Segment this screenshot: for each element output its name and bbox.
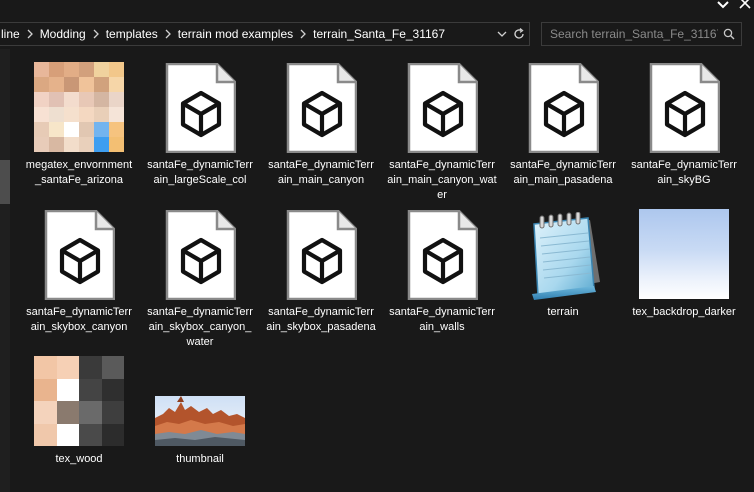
file-label: megatex_envornment_santaFe_arizona [25, 159, 133, 186]
file-label: santaFe_dynamicTerrain_skybox_pasadena [266, 306, 376, 333]
file-item-terrain[interactable]: terrain [508, 208, 618, 353]
3d-object-file-icon [153, 208, 247, 302]
3d-object-file-icon [32, 208, 126, 302]
file-label: thumbnail [176, 453, 224, 465]
3d-object-file-icon [286, 210, 357, 300]
file-item-3d-object[interactable]: santaFe_dynamicTerrain_largeScale_col [145, 61, 255, 206]
chevron-right-icon[interactable] [23, 28, 37, 40]
file-label: terrain [547, 306, 579, 318]
3d-object-file-icon [649, 63, 720, 153]
navigation-scrollbar-thumb[interactable] [0, 160, 10, 204]
3d-object-file-icon [395, 208, 489, 302]
search-box[interactable] [541, 22, 742, 46]
notepad-icon [516, 208, 610, 302]
tex-wood-thumbnail [32, 355, 126, 449]
file-item-tex-wood[interactable]: tex_wood [24, 355, 134, 485]
breadcrumb-current-folder[interactable]: terrain_Santa_Fe_31167 [311, 27, 447, 41]
file-label: santaFe_dynamicTerrain_main_canyon [268, 159, 374, 186]
file-item-thumbnail[interactable]: thumbnail [145, 355, 255, 485]
3d-object-file-icon [516, 61, 610, 155]
3d-object-file-icon [407, 210, 478, 300]
file-item-3d-object[interactable]: santaFe_dynamicTerrain_walls [387, 208, 497, 353]
close-icon[interactable] [738, 0, 752, 12]
canyon-thumbnail [153, 355, 247, 449]
breadcrumb-line[interactable]: line [0, 27, 22, 41]
file-label: santaFe_dynamicTerrain_skyBG [631, 159, 737, 186]
chevron-right-icon[interactable] [296, 28, 310, 40]
file-label: santaFe_dynamicTerrain_skybox_canyon [26, 306, 132, 333]
3d-object-file-icon [395, 61, 489, 155]
file-item-3d-object[interactable]: santaFe_dynamicTerrain_skybox_canyon_wat… [145, 208, 255, 353]
file-item-3d-object[interactable]: santaFe_dynamicTerrain_skyBG [629, 61, 739, 206]
search-icon[interactable] [723, 28, 735, 40]
chevron-down-icon[interactable] [716, 0, 730, 12]
file-item-3d-object[interactable]: santaFe_dynamicTerrain_main_canyon [266, 61, 376, 206]
file-label: santaFe_dynamicTerrain_main_canyon_water [387, 159, 497, 201]
address-bar[interactable]: line Modding templates terrain mod examp… [0, 22, 530, 46]
title-bar [0, 0, 754, 18]
3d-object-file-icon [274, 61, 368, 155]
chevron-right-icon[interactable] [89, 28, 103, 40]
chevron-right-icon[interactable] [161, 28, 175, 40]
file-item-3d-object[interactable]: santaFe_dynamicTerrain_main_pasadena [508, 61, 618, 206]
3d-object-file-icon [286, 63, 357, 153]
backdrop-thumbnail [637, 208, 731, 302]
file-item-3d-object[interactable]: santaFe_dynamicTerrain_main_canyon_water [387, 61, 497, 206]
file-item-3d-object[interactable]: santaFe_dynamicTerrain_skybox_pasadena [266, 208, 376, 353]
file-item-megatex[interactable]: megatex_envornment_santaFe_arizona [24, 61, 134, 206]
3d-object-file-icon [153, 61, 247, 155]
navigation-pane-edge [0, 49, 10, 492]
file-item-3d-object[interactable]: santaFe_dynamicTerrain_skybox_canyon [24, 208, 134, 353]
refresh-icon[interactable] [512, 27, 526, 41]
megatex-thumbnail [32, 61, 126, 155]
3d-object-file-icon [407, 63, 478, 153]
file-label: tex_wood [55, 453, 103, 465]
breadcrumb-templates[interactable]: templates [104, 27, 160, 41]
3d-object-file-icon [165, 210, 236, 300]
file-item-tex-backdrop[interactable]: tex_backdrop_darker [629, 208, 739, 353]
3d-object-file-icon [165, 63, 236, 153]
file-label: santaFe_dynamicTerrain_skybox_canyon_wat… [147, 306, 253, 348]
file-label: santaFe_dynamicTerrain_walls [389, 306, 495, 333]
3d-object-file-icon [528, 63, 599, 153]
breadcrumb-modding[interactable]: Modding [38, 27, 88, 41]
file-label: santaFe_dynamicTerrain_main_pasadena [510, 159, 616, 186]
3d-object-file-icon [44, 210, 115, 300]
chevron-down-icon[interactable] [496, 28, 508, 40]
3d-object-file-icon [274, 208, 368, 302]
file-label: santaFe_dynamicTerrain_largeScale_col [147, 159, 253, 186]
breadcrumb-terrain-mod-examples[interactable]: terrain mod examples [176, 27, 295, 41]
search-input[interactable] [550, 27, 718, 41]
address-row: line Modding templates terrain mod examp… [0, 19, 754, 49]
3d-object-file-icon [637, 61, 731, 155]
file-label: tex_backdrop_darker [632, 306, 736, 318]
